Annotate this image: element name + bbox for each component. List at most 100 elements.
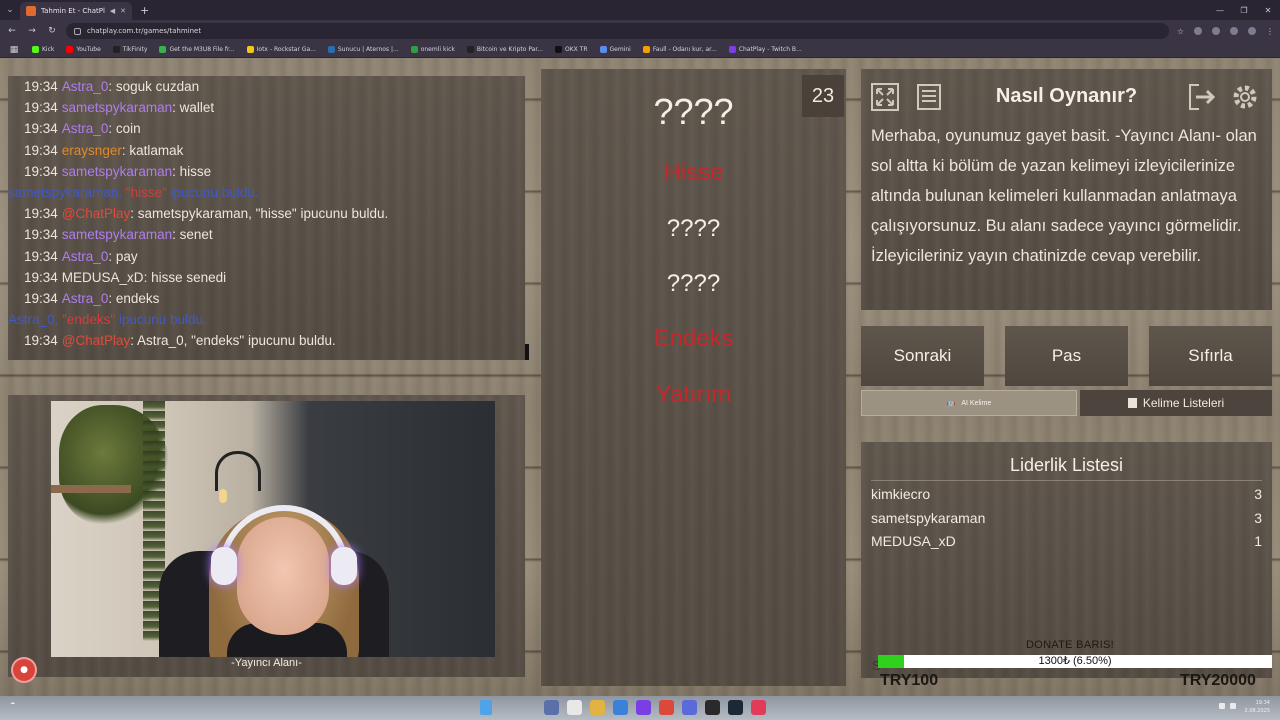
chat-separator: : [108, 121, 116, 137]
task-view-icon[interactable] [567, 700, 582, 715]
bookmark-favicon-icon [159, 46, 167, 53]
logout-icon[interactable] [1185, 81, 1217, 113]
bookmark-item[interactable]: Get the M3U8 File fr... [159, 46, 235, 53]
chat-text: coin [115, 121, 141, 137]
chat-username[interactable]: @ChatPlay [62, 333, 130, 348]
chat-message: 19:34 sametspykaraman: wallet [24, 97, 509, 118]
tab-favicon-icon [26, 6, 36, 16]
chat-text: endeks [115, 290, 160, 306]
extension-icon[interactable] [1212, 27, 1220, 35]
chat-username[interactable]: Astra_0 [62, 79, 109, 94]
bookmark-label: TikFinity [122, 46, 148, 53]
tiktok-icon[interactable] [751, 700, 766, 715]
main-word: ???? [653, 91, 734, 132]
url-field[interactable]: chatplay.com.tr/games/tahminet [66, 23, 1169, 39]
player-name: kimkiecro [871, 486, 931, 502]
chat-username[interactable]: Astra_0 [62, 291, 109, 306]
bookmark-item[interactable]: Gemini [599, 46, 631, 53]
bookmark-label: Bitcoin ve Kripto Par... [476, 46, 543, 53]
browser-menu-icon[interactable]: ⋮ [1266, 27, 1274, 36]
bookmark-item[interactable]: YouTube [66, 46, 101, 53]
bookmark-label: OKX TR [564, 46, 588, 53]
chat-separator: : [130, 206, 138, 222]
back-icon[interactable]: ← [6, 26, 18, 36]
profile-avatar-icon[interactable] [1248, 27, 1256, 35]
start-icon[interactable] [544, 700, 559, 715]
next-button[interactable]: Sonraki [861, 326, 984, 386]
bookmark-label: ChatPlay - Twitch B... [738, 46, 802, 53]
chat-username[interactable]: sametspykaraman [62, 164, 172, 179]
chat-timestamp: 19:34 [24, 333, 58, 349]
chat-message: 19:34 sametspykaraman: senet [24, 224, 509, 245]
bookmark-favicon-icon [554, 46, 562, 53]
donate-progress-bar: 1300₺ (6.50%) [878, 655, 1272, 668]
bookmark-favicon-icon [112, 46, 120, 53]
discord-icon[interactable] [682, 700, 697, 715]
file-explorer-icon[interactable] [590, 700, 605, 715]
reload-icon[interactable]: ↻ [46, 26, 58, 36]
bookmark-item[interactable]: TikFinity [112, 46, 148, 53]
bookmark-star-icon[interactable]: ☆ [1177, 27, 1184, 36]
how-to-play-text: Merhaba, oyunumuz gayet basit. -Yayıncı … [871, 127, 1257, 265]
chrome-icon[interactable] [659, 700, 674, 715]
chat-username[interactable]: sametspykaraman [62, 227, 172, 242]
browser-tab[interactable]: Tahmin Et - ChatPlay ◀ ✕ [20, 2, 132, 20]
bookmark-item[interactable]: Iotx - Rockstar Ga... [246, 46, 316, 53]
chat-message: 19:34 eraysnger: katlamak [24, 140, 509, 161]
app-icon[interactable] [636, 700, 651, 715]
found-word: "endeks" [62, 312, 116, 328]
volume-icon[interactable] [1230, 703, 1236, 709]
bookmark-item[interactable]: Sunucu | Aternos |... [327, 46, 399, 53]
chat-scrollbar[interactable] [525, 344, 529, 360]
network-icon[interactable] [1219, 703, 1225, 709]
record-icon[interactable]: ● [13, 659, 35, 681]
tab-search-icon[interactable]: ⌄ [0, 0, 20, 20]
steam-icon[interactable] [728, 700, 743, 715]
new-tab-button[interactable]: + [140, 4, 149, 17]
obs-icon[interactable] [705, 700, 720, 715]
bookmark-item[interactable]: OKX TR [554, 46, 588, 53]
chat-username[interactable]: eraysnger [62, 143, 122, 158]
tab-close-icon[interactable]: ✕ [120, 7, 126, 15]
chat-username[interactable]: Astra_0 [62, 121, 109, 136]
minimize-icon[interactable]: — [1208, 0, 1232, 20]
apps-grid-icon[interactable]: ▦ [8, 45, 20, 55]
settings-gear-icon[interactable] [1229, 81, 1261, 113]
taskbar-clock[interactable]: 19:34 2.08.2025 [1245, 699, 1270, 715]
close-window-icon[interactable]: ✕ [1256, 0, 1280, 20]
system-text: ipucunu buldu. [115, 312, 207, 328]
bookmark-item[interactable]: Faull - Odanı kur, ar... [642, 46, 717, 53]
extension-icon[interactable] [1230, 27, 1238, 35]
word-lists-button[interactable]: Kelime Listeleri [1080, 390, 1272, 416]
bookmark-item[interactable]: Kick [32, 46, 54, 53]
bookmark-list: Kick YouTube TikFinity Get the M3U8 File fr… [32, 46, 802, 53]
edge-icon[interactable] [613, 700, 628, 715]
clue-word: ???? [666, 270, 721, 297]
chat-timestamp: 19:34 [24, 269, 58, 285]
chat-username[interactable]: MEDUSA_xD [62, 270, 144, 285]
bookmark-item[interactable]: Bitcoin ve Kripto Par... [466, 46, 543, 53]
tab-audio-icon[interactable]: ◀ [110, 7, 115, 15]
chat-username[interactable]: Astra_0 [62, 249, 109, 264]
chat-timestamp: 19:34 [24, 163, 58, 179]
player-name: MEDUSA_xD [871, 533, 956, 549]
chat-message: 19:34 Astra_0: soguk cuzdan [24, 76, 509, 97]
word-lists-label: Kelime Listeleri [1142, 396, 1225, 410]
maximize-icon[interactable]: ❐ [1232, 0, 1256, 20]
forward-icon[interactable]: → [26, 26, 38, 36]
extension-icon[interactable] [1194, 27, 1202, 35]
pass-button[interactable]: Pas [1005, 326, 1128, 386]
ai-word-button[interactable]: 🤖 AI Kelime [861, 390, 1077, 416]
streamer-area-label: -Yayıncı Alanı- [231, 657, 302, 669]
donate-title: DONATE BARIS! [1026, 639, 1115, 651]
url-text: chatplay.com.tr/games/tahminet [87, 27, 202, 35]
bookmark-item[interactable]: ChatPlay - Twitch B... [728, 46, 802, 53]
bookmark-item[interactable]: onemli kick [410, 46, 455, 53]
reset-button[interactable]: Sıfırla [1149, 326, 1272, 386]
chat-timestamp: 19:34 [24, 248, 58, 264]
chat-message: 19:34 @ChatPlay: Astra_0, "endeks" ipucun… [24, 330, 509, 351]
site-info-icon[interactable] [74, 27, 81, 35]
chat-username[interactable]: sametspykaraman [62, 100, 172, 115]
chat-message: 19:34 Astra_0: endeks [24, 288, 509, 309]
chat-username[interactable]: @ChatPlay [62, 206, 130, 221]
